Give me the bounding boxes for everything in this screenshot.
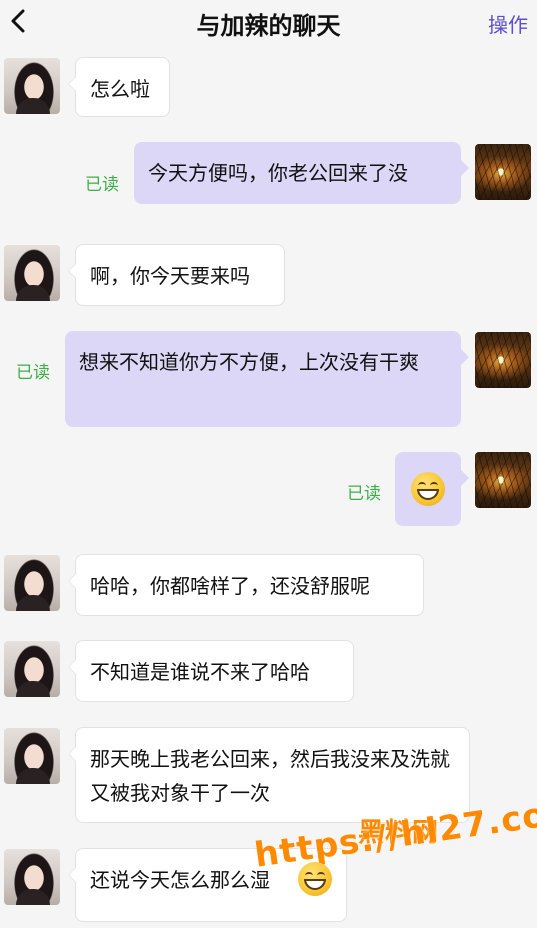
outgoing-emoji-bubble[interactable]: [395, 452, 469, 526]
contact-avatar[interactable]: [4, 728, 60, 784]
my-avatar[interactable]: [475, 452, 531, 508]
action-button[interactable]: 操作: [488, 9, 528, 38]
message-text: 还说今天怎么那么湿: [90, 868, 270, 892]
incoming-message-bubble[interactable]: 那天晚上我老公回来，然后我没来及洗就又被我对象干了一次: [68, 727, 470, 823]
outgoing-message-bubble[interactable]: 想来不知道你方不方便，上次没有干爽: [65, 331, 469, 427]
message-text: 今天方便吗，你老公回来了没: [148, 161, 408, 185]
watermark-emoji-icon: [298, 862, 332, 896]
chat-title: 与加辣的聊天: [196, 12, 341, 40]
outgoing-message-bubble[interactable]: 今天方便吗，你老公回来了没: [134, 142, 469, 204]
contact-avatar[interactable]: [4, 849, 60, 905]
message-text: 那天晚上我老公回来，然后我没来及洗就又被我对象干了一次: [90, 747, 450, 805]
message-text: 哈哈，你都啥样了，还没舒服呢: [90, 574, 370, 598]
incoming-message-bubble[interactable]: 不知道是谁说不来了哈哈: [68, 640, 354, 702]
message-text: 怎么啦: [90, 77, 150, 101]
message-text: 啊，你今天要来吗: [90, 264, 250, 288]
incoming-message-bubble[interactable]: 哈哈，你都啥样了，还没舒服呢: [68, 554, 424, 616]
my-avatar[interactable]: [475, 332, 531, 388]
contact-avatar[interactable]: [4, 641, 60, 697]
contact-avatar[interactable]: [4, 245, 60, 301]
my-avatar[interactable]: [475, 144, 531, 200]
top-bar: 与加辣的聊天 操作: [0, 0, 537, 50]
read-receipt: 已读: [16, 363, 50, 383]
incoming-message-bubble[interactable]: 怎么啦: [68, 57, 170, 117]
message-text: 想来不知道你方不方便，上次没有干爽: [79, 350, 419, 374]
read-receipt: 已读: [347, 484, 381, 504]
contact-avatar[interactable]: [4, 555, 60, 611]
contact-avatar[interactable]: [4, 58, 60, 114]
message-text: 不知道是谁说不来了哈哈: [90, 660, 310, 684]
read-receipt: 已读: [85, 175, 119, 195]
grinning-face-icon: [411, 471, 445, 506]
incoming-message-bubble[interactable]: 啊，你今天要来吗: [68, 244, 285, 306]
